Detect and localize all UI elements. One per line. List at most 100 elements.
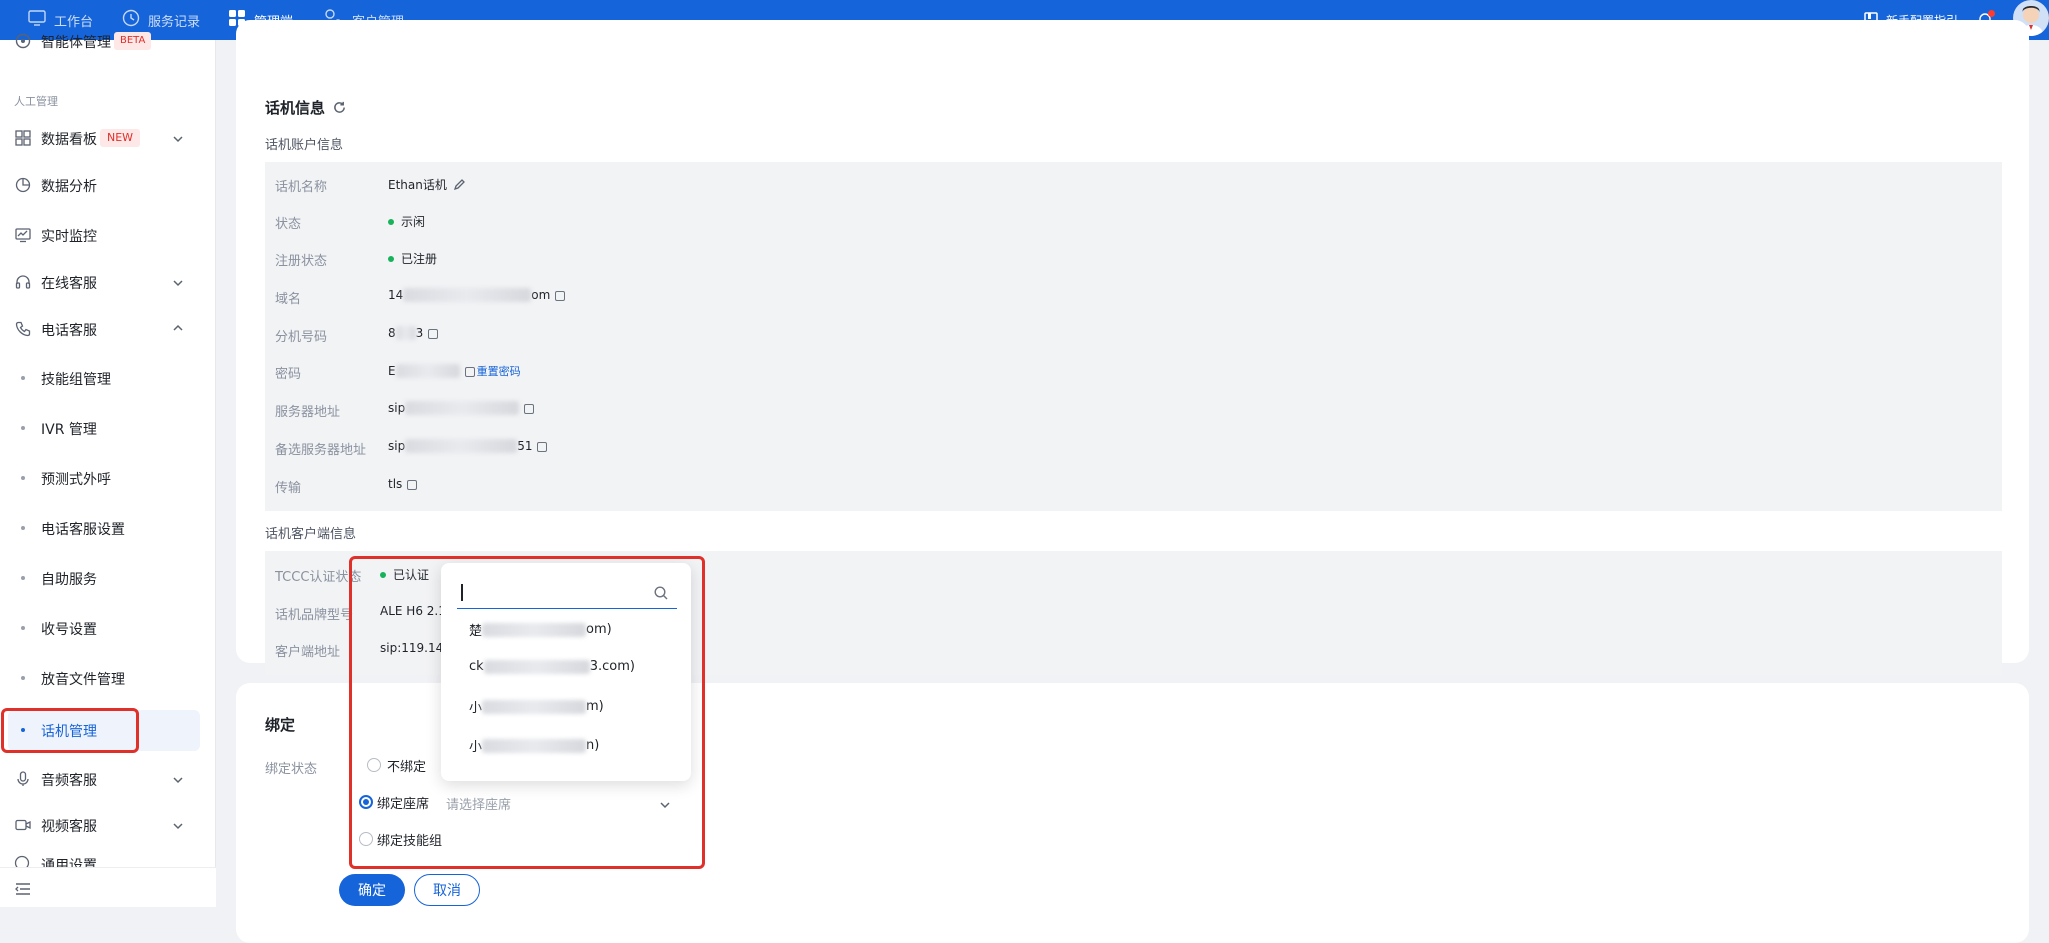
bullet-dot: [21, 526, 25, 530]
section-label-manual: 人工管理: [14, 95, 58, 108]
sidebar-item-settings-label: 通用设置: [41, 858, 97, 867]
main-content: 话机信息 话机账户信息 话机名称 Ethan话机 状态 示闲 注册状态 已注册 …: [216, 20, 2049, 943]
phone-name-text: Ethan话机: [388, 178, 447, 192]
nav-service-records-label: 服务记录: [148, 14, 201, 30]
phone-icon: [14, 320, 32, 338]
server-address-value: sip: [388, 401, 535, 415]
status-dot: [388, 255, 394, 262]
sidebar-sub-audio-files[interactable]: 放音文件管理: [0, 666, 216, 690]
redacted-text: [395, 326, 416, 340]
domain-text-start: 14: [388, 288, 404, 302]
chevron-down-icon: [172, 820, 184, 832]
highlight-box-sidebar: [1, 708, 139, 753]
redacted-text: [403, 288, 532, 302]
sidebar-sub-label: 自助服务: [41, 572, 97, 588]
sidebar-item-data-analysis-label: 数据分析: [41, 179, 97, 195]
sidebar-item-realtime-monitor[interactable]: 实时监控: [0, 223, 216, 247]
redacted-text: [405, 439, 518, 453]
register-status-text: 已注册: [401, 252, 438, 266]
field-label: 备选服务器地址: [275, 443, 367, 458]
sidebar-item-audio-service[interactable]: 音频客服: [0, 767, 216, 791]
sidebar-sub-phone-settings[interactable]: 电话客服设置: [0, 516, 216, 540]
sidebar-item-realtime-monitor-label: 实时监控: [41, 229, 97, 245]
sidebar-item-dashboard[interactable]: 数据看板 NEW: [0, 126, 216, 150]
copy-icon[interactable]: [537, 442, 548, 452]
highlight-box-binding: [349, 556, 705, 869]
sidebar-item-phone-service-label: 电话客服: [41, 323, 97, 339]
confirm-button[interactable]: 确定: [339, 874, 405, 906]
copy-icon[interactable]: [407, 480, 418, 490]
password-text-start: E: [388, 364, 396, 378]
refresh-icon[interactable]: [333, 101, 346, 114]
field-label: 分机号码: [275, 330, 328, 345]
field-label: 客户端地址: [275, 645, 341, 660]
sidebar-sub-label: 收号设置: [41, 622, 97, 638]
copy-icon[interactable]: [555, 291, 566, 301]
bullet-dot: [21, 426, 25, 430]
pie-chart-icon: [14, 176, 32, 194]
reset-password-link[interactable]: 重置密码: [477, 363, 521, 379]
status-value: 示闲: [388, 213, 425, 230]
edit-pencil-icon[interactable]: [453, 178, 465, 191]
sidebar-sub-self-service[interactable]: 自助服务: [0, 566, 216, 590]
sidebar-sub-skill-group[interactable]: 技能组管理: [0, 366, 216, 390]
collapse-menu-icon[interactable]: [15, 881, 31, 900]
chevron-down-icon: [172, 774, 184, 786]
nav-workbench-label: 工作台: [54, 14, 94, 30]
bullet-dot: [21, 576, 25, 580]
sidebar-item-general-settings[interactable]: 通用设置: [0, 855, 216, 867]
sidebar-item-data-analysis[interactable]: 数据分析: [0, 173, 216, 197]
field-label: 传输: [275, 481, 302, 496]
transport-value: tls: [388, 477, 418, 491]
binding-status-label: 绑定状态: [265, 762, 318, 777]
sidebar-item-online-service-label: 在线客服: [41, 276, 97, 292]
backup-server-text-end: 51: [517, 439, 533, 453]
bullet-dot: [21, 676, 25, 680]
sidebar-item-online-service[interactable]: 在线客服: [0, 270, 216, 294]
sidebar-sub-label: 预测式外呼: [41, 472, 111, 488]
redacted-text: [395, 364, 460, 378]
register-status-value: 已注册: [388, 250, 437, 267]
sidebar: 智能体管理 BETA 人工管理 数据看板 NEW 数据分析 实时监控 在线客服 …: [0, 32, 216, 907]
copy-icon[interactable]: [428, 329, 439, 339]
bullet-dot: [21, 626, 25, 630]
sidebar-sub-ivr[interactable]: IVR 管理: [0, 416, 216, 440]
status-text: 示闲: [401, 215, 426, 229]
status-dot: [388, 218, 394, 225]
copy-icon[interactable]: [464, 367, 475, 377]
cancel-button[interactable]: 取消: [414, 874, 480, 906]
extension-text-start: 8: [388, 326, 396, 340]
phone-info-heading: 话机信息: [265, 97, 346, 118]
chevron-down-icon: [172, 133, 184, 145]
sidebar-sub-label: 放音文件管理: [41, 672, 125, 688]
settings-icon: [14, 855, 30, 867]
sidebar-item-video-label: 视频客服: [41, 819, 97, 835]
phone-name-value: Ethan话机: [388, 176, 465, 193]
sidebar-item-video-service[interactable]: 视频客服: [0, 813, 216, 837]
sidebar-sub-digit-collection[interactable]: 收号设置: [0, 616, 216, 640]
copy-icon[interactable]: [524, 404, 535, 414]
monitor-chart-icon: [14, 226, 32, 244]
sidebar-item-dashboard-label: 数据看板: [41, 132, 97, 148]
bullet-dot: [21, 476, 25, 480]
extension-text-end: 3: [415, 326, 424, 340]
sidebar-item-agent-management[interactable]: 智能体管理 BETA: [0, 30, 216, 52]
binding-title: 绑定: [265, 716, 296, 734]
beta-badge: BETA: [114, 32, 152, 50]
clock-icon: [122, 9, 140, 31]
field-label: 注册状态: [275, 254, 328, 269]
backup-server-text-start: sip: [388, 439, 406, 453]
chevron-up-icon: [172, 322, 184, 334]
field-label: 话机名称: [275, 180, 328, 195]
sidebar-footer: [0, 867, 216, 907]
field-label: 密码: [275, 367, 302, 382]
redacted-text: [405, 401, 520, 415]
bullet-dot: [21, 376, 25, 380]
account-info-title: 话机账户信息: [265, 138, 344, 153]
sidebar-sub-predictive-dial[interactable]: 预测式外呼: [0, 466, 216, 490]
sidebar-item-agent-label: 智能体管理: [41, 35, 111, 51]
phone-info-title: 话机信息: [265, 99, 326, 117]
video-icon: [14, 816, 32, 834]
sidebar-item-phone-service[interactable]: 电话客服: [0, 317, 216, 341]
field-label: 域名: [275, 292, 302, 307]
